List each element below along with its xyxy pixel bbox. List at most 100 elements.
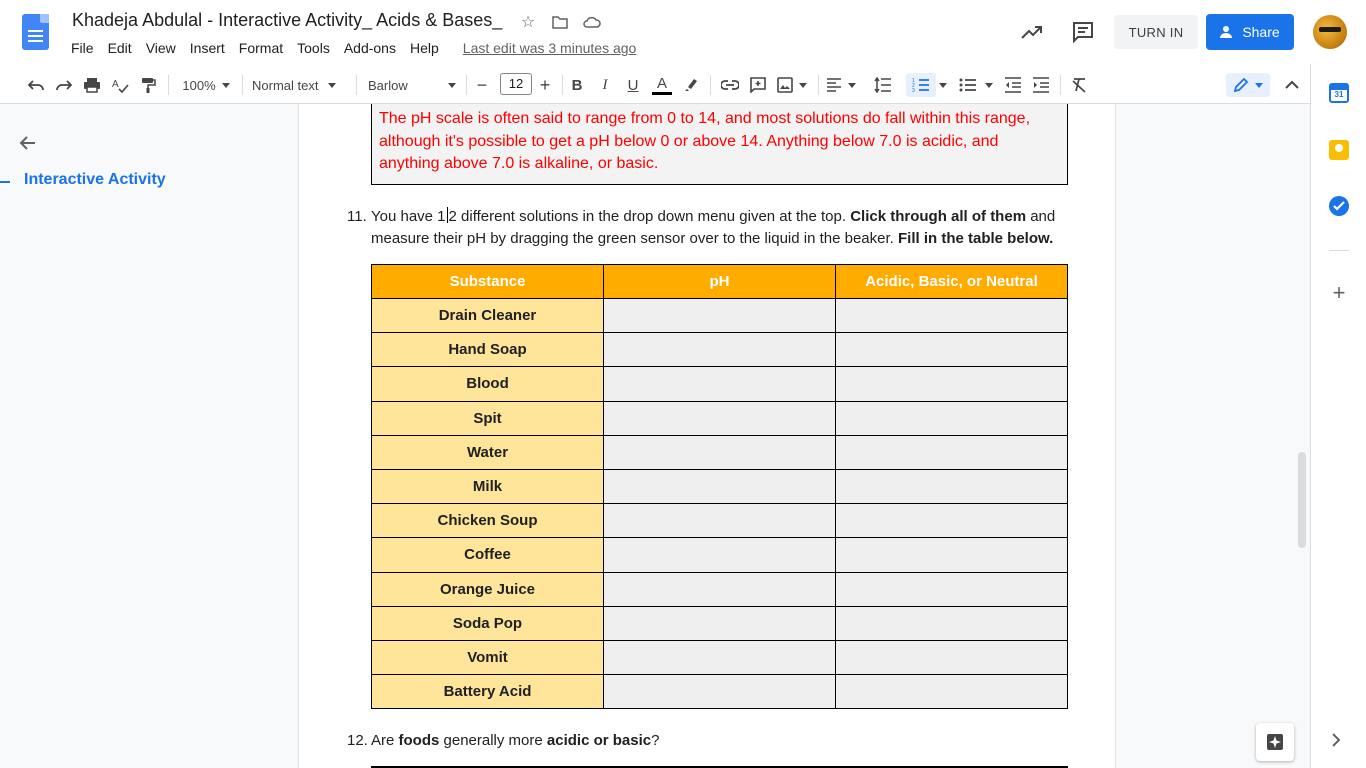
share-button[interactable]: Share: [1206, 14, 1294, 50]
substance-table[interactable]: Substance pH Acidic, Basic, or Neutral D…: [371, 264, 1068, 710]
scrollbar[interactable]: [1298, 452, 1306, 548]
highlight-icon[interactable]: [680, 73, 704, 97]
header-ph[interactable]: pH: [603, 264, 836, 299]
collapse-menus-icon[interactable]: [1280, 73, 1304, 97]
classification-cell[interactable]: [835, 674, 1068, 710]
classification-cell[interactable]: [835, 468, 1068, 505]
italic-button[interactable]: I: [594, 73, 616, 97]
paint-format-icon[interactable]: [136, 73, 160, 97]
menu-help[interactable]: Help: [403, 38, 446, 58]
zoom-select[interactable]: 100%: [178, 73, 234, 97]
menu-insert[interactable]: Insert: [183, 38, 232, 58]
outline-item-interactive-activity[interactable]: Interactive Activity: [24, 171, 166, 189]
ph-cell[interactable]: [603, 537, 836, 573]
move-folder-icon[interactable]: [550, 12, 570, 32]
ph-cell[interactable]: [603, 503, 836, 539]
undo-icon[interactable]: [24, 73, 48, 97]
add-comment-icon[interactable]: [746, 73, 770, 97]
decrease-indent-icon[interactable]: [1000, 73, 1026, 97]
increase-indent-icon[interactable]: [1028, 73, 1054, 97]
ph-cell[interactable]: [603, 674, 836, 710]
classification-cell[interactable]: [835, 571, 1068, 607]
show-side-panel-icon[interactable]: [1331, 731, 1341, 752]
substance-cell[interactable]: Vomit: [371, 639, 604, 676]
font-select[interactable]: Barlow: [368, 73, 460, 97]
classification-cell[interactable]: [835, 400, 1068, 436]
align-icon[interactable]: [826, 73, 856, 97]
tasks-icon[interactable]: [1329, 196, 1349, 216]
substance-cell[interactable]: Battery Acid: [371, 674, 604, 710]
increase-font-size-button[interactable]: +: [534, 73, 556, 97]
ph-cell[interactable]: [603, 366, 836, 402]
underline-button[interactable]: U: [622, 73, 644, 97]
substance-cell[interactable]: Orange Juice: [371, 571, 604, 607]
bulleted-list-icon[interactable]: [956, 73, 980, 97]
substance-cell[interactable]: Coffee: [371, 537, 604, 573]
docs-logo-icon[interactable]: [22, 14, 49, 50]
bold-button[interactable]: B: [566, 73, 588, 97]
classification-cell[interactable]: [835, 503, 1068, 539]
style-select[interactable]: Normal text: [252, 73, 346, 97]
classification-cell[interactable]: [835, 332, 1068, 368]
chevron-down-icon[interactable]: [982, 73, 996, 97]
classification-cell[interactable]: [835, 366, 1068, 402]
substance-cell[interactable]: Milk: [371, 468, 604, 505]
menu-tools[interactable]: Tools: [290, 38, 337, 58]
header-substance[interactable]: Substance: [371, 264, 604, 299]
decrease-font-size-button[interactable]: −: [472, 73, 492, 97]
calendar-icon[interactable]: 31: [1329, 83, 1349, 103]
line-spacing-icon[interactable]: [870, 73, 896, 97]
substance-cell[interactable]: Water: [371, 434, 604, 470]
document-page[interactable]: The pH scale is often said to range from…: [298, 104, 1116, 768]
answer-text[interactable]: The pH scale is often said to range from…: [371, 104, 1068, 185]
clear-formatting-icon[interactable]: [1066, 73, 1092, 97]
keep-icon[interactable]: [1329, 140, 1349, 160]
insert-image-icon[interactable]: [774, 73, 810, 97]
classification-cell[interactable]: [835, 434, 1068, 470]
ph-cell[interactable]: [603, 571, 836, 607]
numbered-list-icon[interactable]: 123: [906, 73, 936, 97]
menu-addons[interactable]: Add-ons: [337, 38, 403, 58]
ph-cell[interactable]: [603, 400, 836, 436]
turn-in-button[interactable]: TURN IN: [1114, 15, 1198, 49]
explore-button[interactable]: [1256, 723, 1294, 761]
menu-view[interactable]: View: [139, 38, 183, 58]
substance-cell[interactable]: Blood: [371, 366, 604, 402]
menu-file[interactable]: File: [64, 38, 101, 58]
classification-cell[interactable]: [835, 639, 1068, 676]
ph-cell[interactable]: [603, 605, 836, 641]
activity-dashboard-icon[interactable]: [1020, 20, 1044, 44]
avatar[interactable]: [1313, 15, 1347, 49]
substance-cell[interactable]: Drain Cleaner: [371, 297, 604, 334]
substance-cell[interactable]: Soda Pop: [371, 605, 604, 641]
menu-format[interactable]: Format: [232, 38, 290, 58]
font-size-input[interactable]: 12: [500, 73, 532, 95]
classification-cell[interactable]: [835, 537, 1068, 573]
cloud-status-icon[interactable]: [582, 12, 602, 32]
back-arrow-icon[interactable]: [18, 133, 38, 159]
ph-cell[interactable]: [603, 297, 836, 334]
substance-cell[interactable]: Spit: [371, 400, 604, 436]
ph-cell[interactable]: [603, 332, 836, 368]
redo-icon[interactable]: [52, 73, 76, 97]
comments-icon[interactable]: [1071, 20, 1095, 44]
menu-edit[interactable]: Edit: [101, 38, 139, 58]
link-icon[interactable]: [718, 73, 742, 97]
text-color-button[interactable]: A: [650, 73, 674, 97]
star-icon[interactable]: ☆: [518, 12, 538, 32]
last-edit-link[interactable]: Last edit was 3 minutes ago: [456, 38, 644, 58]
editing-mode-button[interactable]: [1226, 73, 1270, 97]
ph-cell[interactable]: [603, 468, 836, 505]
document-title[interactable]: Khadeja Abdulal - Interactive Activity_ …: [72, 10, 502, 31]
ph-cell[interactable]: [603, 434, 836, 470]
substance-cell[interactable]: Hand Soap: [371, 332, 604, 368]
add-addon-icon[interactable]: +: [1329, 282, 1349, 304]
spellcheck-icon[interactable]: A: [108, 73, 132, 97]
ph-cell[interactable]: [603, 639, 836, 676]
print-icon[interactable]: [80, 73, 104, 97]
chevron-down-icon[interactable]: [936, 73, 950, 97]
classification-cell[interactable]: [835, 297, 1068, 334]
classification-cell[interactable]: [835, 605, 1068, 641]
substance-cell[interactable]: Chicken Soup: [371, 503, 604, 539]
header-classification[interactable]: Acidic, Basic, or Neutral: [835, 264, 1068, 299]
